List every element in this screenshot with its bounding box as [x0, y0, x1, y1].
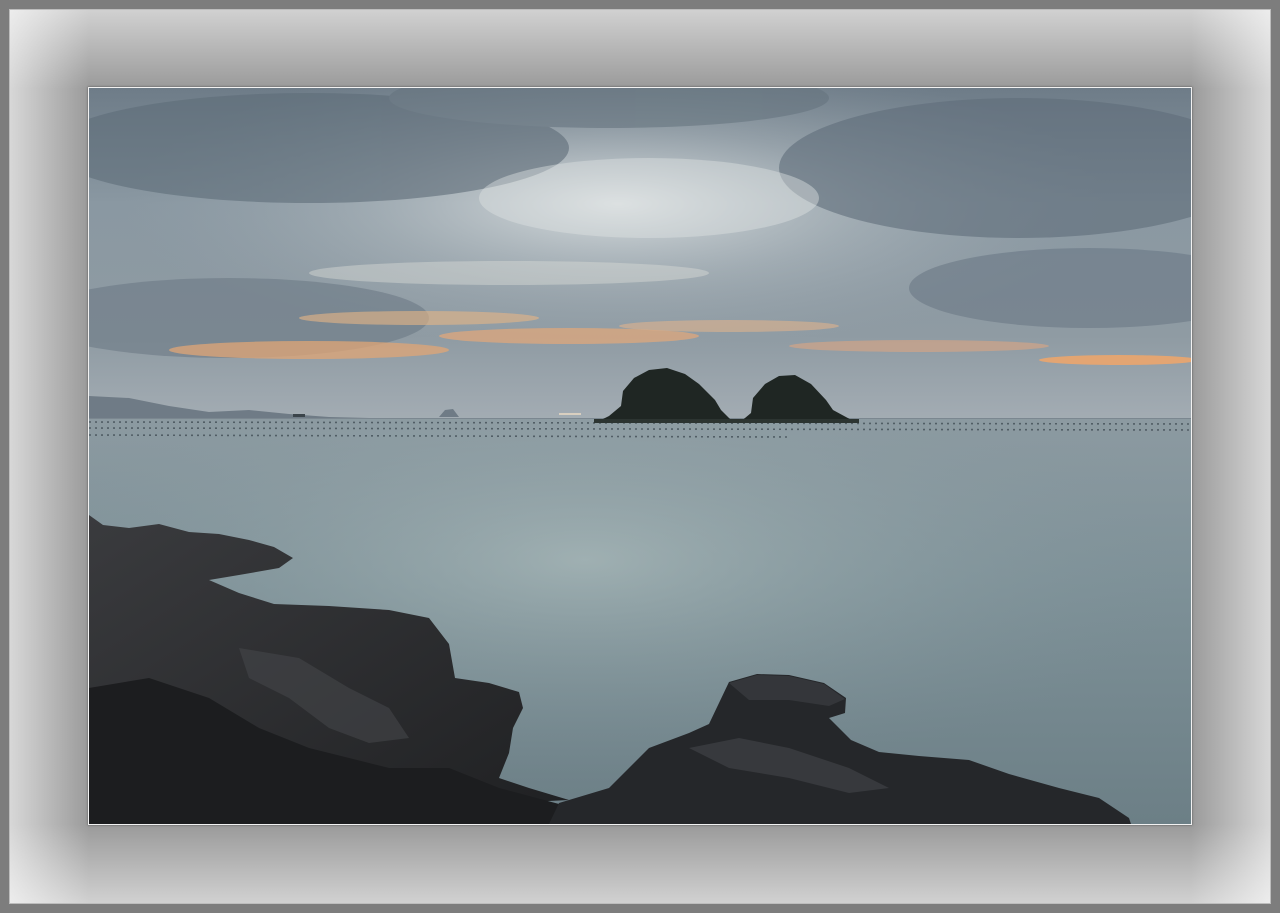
- outer-frame: [0, 0, 1280, 913]
- photo-frame: [88, 87, 1192, 825]
- seascape-photo: [89, 88, 1191, 824]
- islet-base: [594, 419, 859, 423]
